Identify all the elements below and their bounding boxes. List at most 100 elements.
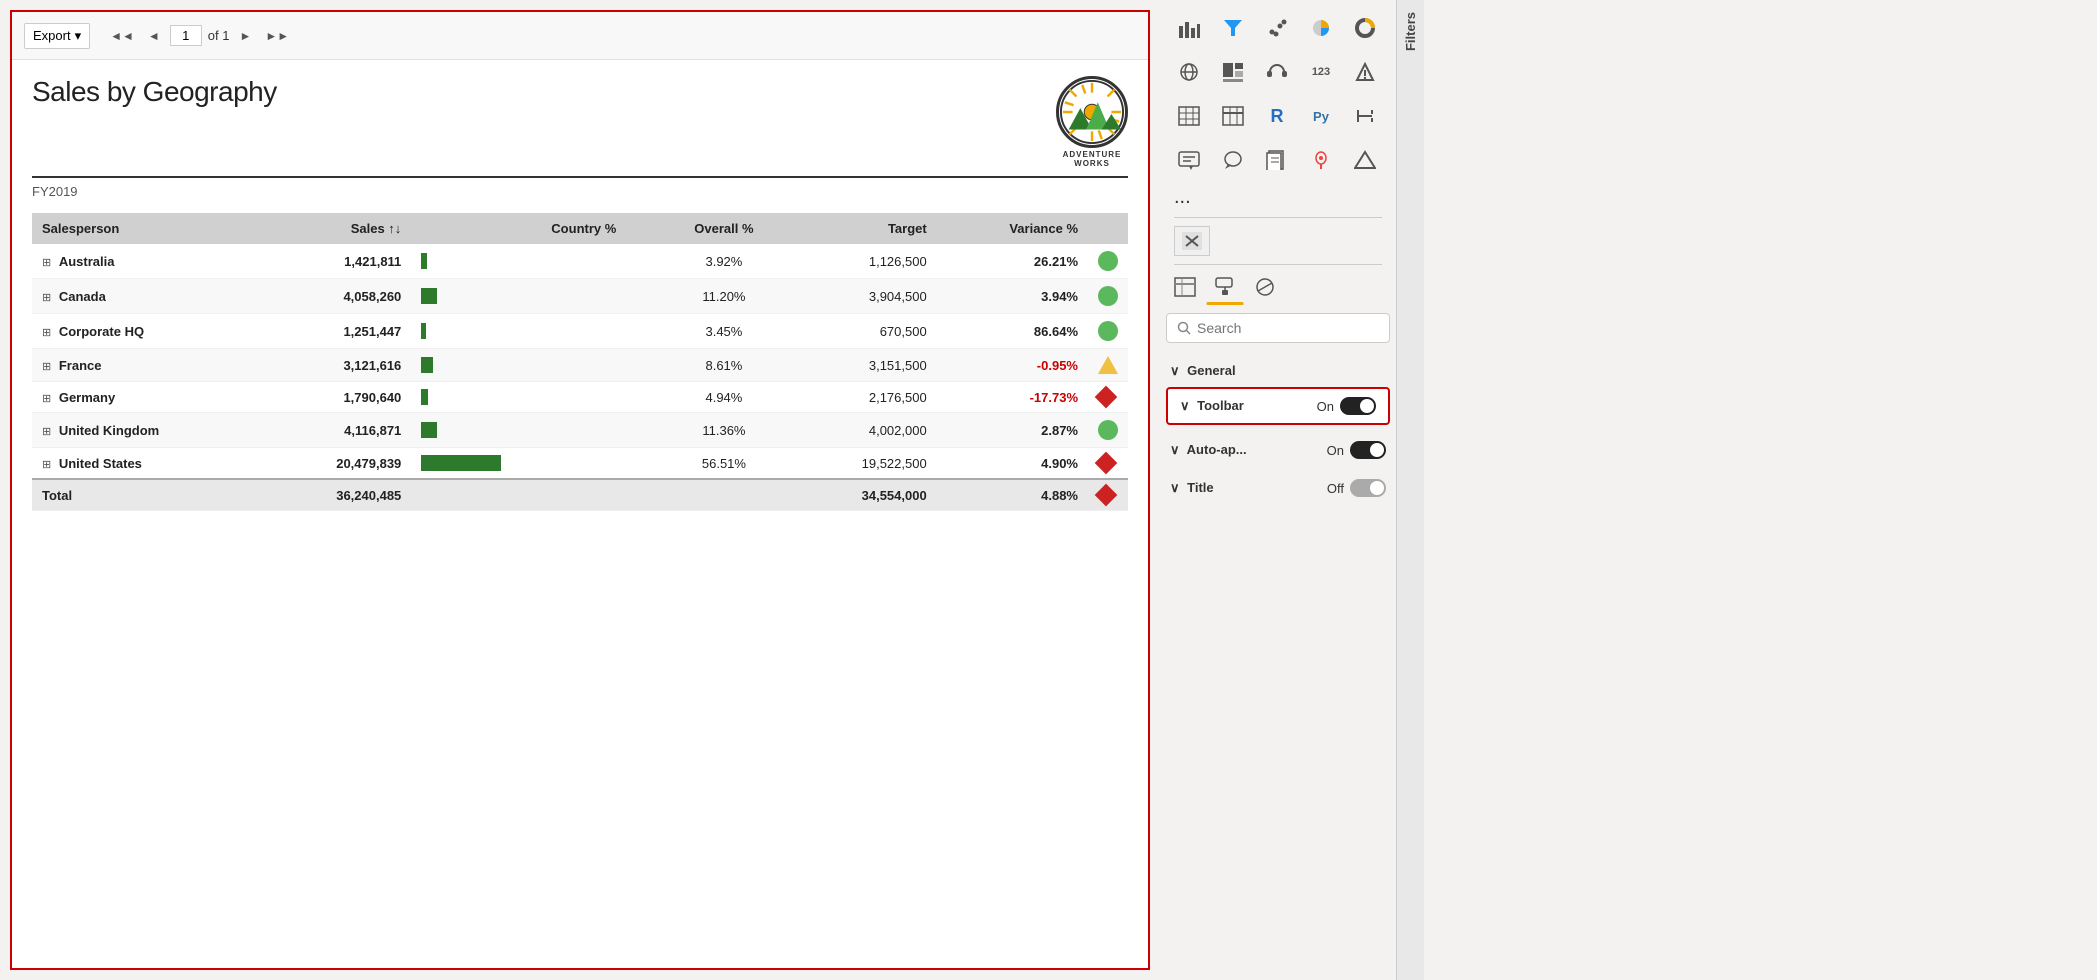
page-number-input[interactable] xyxy=(170,25,202,46)
report-content: Sales by Geography xyxy=(12,60,1148,968)
cell-sales: 1,251,447 xyxy=(266,314,411,349)
expand-icon[interactable]: ⊞ xyxy=(42,393,51,405)
donut-icon[interactable] xyxy=(1346,10,1384,46)
cell-target: 19,522,500 xyxy=(792,448,937,480)
expand-icon[interactable]: ⊞ xyxy=(42,292,51,304)
scatter-icon[interactable] xyxy=(1258,10,1296,46)
divider1 xyxy=(1174,217,1382,218)
number-card-icon[interactable]: 123 xyxy=(1302,54,1340,90)
cell-bar xyxy=(411,448,511,480)
cell-target: 3,151,500 xyxy=(792,349,937,382)
treemap-icon[interactable] xyxy=(1214,54,1252,90)
search-icon xyxy=(1177,321,1191,335)
paginated-report-icon[interactable] xyxy=(1258,142,1296,178)
cell-target: 3,904,500 xyxy=(792,279,937,314)
title-toggle-switch[interactable] xyxy=(1350,479,1386,497)
expand-icon[interactable]: ⊞ xyxy=(42,459,51,471)
logo-line1: ADVENTURE xyxy=(1063,150,1122,159)
sales-bar xyxy=(421,253,427,269)
qa-icon[interactable] xyxy=(1214,142,1252,178)
cell-target: 4,002,000 xyxy=(792,413,937,448)
cell-target: 670,500 xyxy=(792,314,937,349)
total-status xyxy=(1088,479,1128,511)
col-salesperson: Salesperson xyxy=(32,213,266,244)
toolbar-section-label: ∨ Toolbar xyxy=(1180,398,1244,414)
format-tabs xyxy=(1166,269,1390,305)
tab-format[interactable] xyxy=(1206,269,1244,305)
filters-label: Filters xyxy=(1403,12,1418,51)
azure-map-icon[interactable] xyxy=(1302,142,1340,178)
cell-country-pct xyxy=(511,448,656,480)
x-badge[interactable] xyxy=(1174,226,1210,256)
field-list-icon xyxy=(1174,277,1196,297)
next-page-button[interactable]: ► xyxy=(235,27,255,45)
visualization-icons-row1 xyxy=(1166,6,1390,50)
report-subtitle: FY2019 xyxy=(32,184,1128,199)
expand-icon[interactable]: ⊞ xyxy=(42,426,51,438)
col-target: Target xyxy=(792,213,937,244)
prev-page-button[interactable]: ◄ xyxy=(144,27,164,45)
table-icon[interactable] xyxy=(1214,98,1252,134)
cell-sales: 1,790,640 xyxy=(266,382,411,413)
expand-icon[interactable]: ⊞ xyxy=(42,257,51,269)
expand-icon[interactable]: ⊞ xyxy=(42,327,51,339)
more-visuals-dots[interactable]: ... xyxy=(1166,182,1390,213)
table-row: ⊞ United Kingdom4,116,87111.36%4,002,000… xyxy=(32,413,1128,448)
first-page-button[interactable]: ◄◄ xyxy=(106,27,138,45)
cell-overall-pct: 3.45% xyxy=(656,314,791,349)
cell-bar xyxy=(411,279,511,314)
general-section-header[interactable]: ∨ General xyxy=(1166,355,1390,387)
cell-country-pct xyxy=(511,314,656,349)
variance-value: -0.95% xyxy=(1037,358,1078,373)
filters-sidebar[interactable]: Filters xyxy=(1396,0,1424,980)
cell-sales: 3,121,616 xyxy=(266,349,411,382)
smart-narrative-icon[interactable] xyxy=(1170,142,1208,178)
decomp-tree-icon[interactable] xyxy=(1346,98,1384,134)
shape-icon[interactable] xyxy=(1346,142,1384,178)
sales-bar xyxy=(421,422,437,438)
table-header-row: Salesperson Sales ↑↓ Country % Overall %… xyxy=(32,213,1128,244)
total-overall-pct xyxy=(656,479,791,511)
x-badge-container xyxy=(1166,222,1390,260)
tab-field-list[interactable] xyxy=(1166,269,1204,305)
funnel-icon[interactable] xyxy=(1214,10,1252,46)
cell-bar xyxy=(411,244,511,279)
cell-country-pct xyxy=(511,244,656,279)
status-circle-green xyxy=(1098,420,1118,440)
sales-bar xyxy=(421,323,426,339)
cell-variance: 86.64% xyxy=(937,314,1088,349)
search-input[interactable] xyxy=(1197,320,1379,336)
col-country-pct: Country % xyxy=(511,213,656,244)
format-search-box[interactable] xyxy=(1166,313,1390,343)
matrix-icon[interactable] xyxy=(1170,98,1208,134)
table-row: ⊞ Canada4,058,26011.20%3,904,5003.94% xyxy=(32,279,1128,314)
tab-analytics[interactable] xyxy=(1246,269,1284,305)
r-visual-icon[interactable]: R xyxy=(1258,98,1296,134)
cell-variance: 3.94% xyxy=(937,279,1088,314)
python-visual-icon[interactable]: Py xyxy=(1302,98,1340,134)
cell-status xyxy=(1088,279,1128,314)
cell-sales: 4,058,260 xyxy=(266,279,411,314)
export-label: Export xyxy=(33,28,71,43)
map-icon[interactable] xyxy=(1170,54,1208,90)
report-header: Sales by Geography xyxy=(32,76,1128,178)
pie-chart-icon[interactable] xyxy=(1302,10,1340,46)
bar-chart-icon[interactable] xyxy=(1170,10,1208,46)
last-page-button[interactable]: ►► xyxy=(261,27,293,45)
toolbar-toggle-switch[interactable] xyxy=(1340,397,1376,415)
variance-value: 86.64% xyxy=(1034,324,1078,339)
cell-status xyxy=(1088,413,1128,448)
table-row: ⊞ Germany1,790,6404.94%2,176,500-17.73% xyxy=(32,382,1128,413)
col-variance: Variance % xyxy=(937,213,1088,244)
expand-icon[interactable]: ⊞ xyxy=(42,361,51,373)
auto-ap-toggle-switch[interactable] xyxy=(1350,441,1386,459)
headset-icon[interactable] xyxy=(1258,54,1296,90)
cell-salesperson: ⊞ United Kingdom xyxy=(32,413,266,448)
col-sales[interactable]: Sales ↑↓ xyxy=(266,213,411,244)
sales-bar xyxy=(421,455,501,471)
kpi-icon[interactable] xyxy=(1346,54,1384,90)
sales-table: Salesperson Sales ↑↓ Country % Overall %… xyxy=(32,213,1128,511)
export-button[interactable]: Export ▾ xyxy=(24,23,90,49)
title-toggle-label: Off xyxy=(1327,481,1344,496)
visualization-icons-row2: 123 xyxy=(1166,50,1390,94)
